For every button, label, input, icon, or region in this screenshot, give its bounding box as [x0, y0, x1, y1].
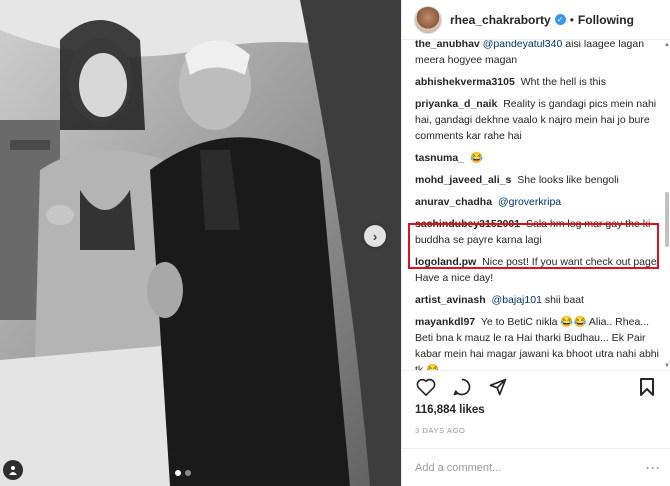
post-actions [402, 370, 670, 402]
comment-username[interactable]: abhishekverma3105 [415, 76, 515, 88]
comment-item: anurav_chadha @groverkripa [415, 194, 661, 210]
chevron-right-icon: › [372, 228, 378, 244]
comment-icon[interactable] [450, 375, 474, 399]
scrollbar-thumb[interactable] [665, 192, 669, 247]
following-button[interactable]: Following [578, 13, 634, 27]
comment-username[interactable]: priyanka_d_naik [415, 98, 497, 110]
comment-item: mohd_javeed_ali_s She looks like bengoli [415, 172, 661, 188]
comment-text: She looks like bengoli [517, 174, 619, 186]
comment-item: artist_avinash @bajaj101 shii baat [415, 292, 661, 308]
comment-text: shii baat [544, 294, 584, 306]
post-date: 3 DAYS AGO [415, 426, 466, 435]
comment-text: 😂 [469, 152, 484, 164]
header-separator: • [569, 12, 574, 27]
post-side-panel: rhea_chakraborty ✓ • Following the_anubh… [401, 0, 670, 486]
carousel-dot [185, 470, 191, 476]
user-tag-icon[interactable] [3, 460, 23, 480]
scroll-down-arrow-icon[interactable]: ▼ [664, 363, 670, 369]
bookmark-icon[interactable] [635, 375, 659, 399]
comment-highlight-box [408, 223, 659, 269]
verified-badge-icon: ✓ [554, 14, 566, 25]
comment-item: abhishekverma3105 Wht the hell is this [415, 74, 661, 90]
like-count[interactable]: 116,884 likes [415, 404, 485, 416]
heart-icon[interactable] [414, 375, 438, 399]
comment-item: tasnuma_ 😂 [415, 150, 661, 166]
username-link[interactable]: rhea_chakraborty [450, 13, 551, 27]
comment-username[interactable]: anurav_chadha [415, 196, 492, 208]
carousel-dot-active [175, 470, 181, 476]
comment-list[interactable]: the_anubhav @pandeyatul340 aisi laagee la… [402, 40, 670, 370]
add-comment-bar: ··· [402, 448, 670, 486]
comment-text: Wht the hell is this [520, 76, 606, 88]
carousel-indicator [175, 470, 191, 476]
post-photo-image [0, 0, 401, 486]
share-icon[interactable] [486, 375, 510, 399]
avatar[interactable] [414, 5, 442, 34]
post-photo[interactable]: › [0, 0, 401, 486]
next-photo-button[interactable]: › [364, 225, 386, 247]
post-header: rhea_chakraborty ✓ • Following [402, 0, 670, 40]
comment-mention[interactable]: @bajaj101 [492, 294, 542, 306]
comment-scrollbar[interactable]: ▲ ▼ [663, 42, 670, 369]
comment-item: priyanka_d_naik Reality is gandagi pics … [415, 96, 661, 144]
comment-item: mayankdl97 Ye to BetiC nikla 😂😂 Alia.. R… [415, 314, 661, 370]
more-options-icon[interactable]: ··· [646, 461, 661, 475]
comment-mention[interactable]: @groverkripa [498, 196, 561, 208]
comment-item: the_anubhav @pandeyatul340 aisi laagee la… [415, 40, 661, 68]
scroll-up-arrow-icon[interactable]: ▲ [664, 42, 670, 48]
comment-mention[interactable]: @pandeyatul340 [483, 40, 563, 50]
comment-username[interactable]: artist_avinash [415, 294, 486, 306]
comment-username[interactable]: the_anubhav [415, 40, 480, 50]
comment-username[interactable]: tasnuma_ [415, 152, 464, 164]
add-comment-input[interactable] [415, 461, 635, 474]
comment-username[interactable]: mayankdl97 [415, 316, 475, 328]
comment-username[interactable]: mohd_javeed_ali_s [415, 174, 511, 186]
